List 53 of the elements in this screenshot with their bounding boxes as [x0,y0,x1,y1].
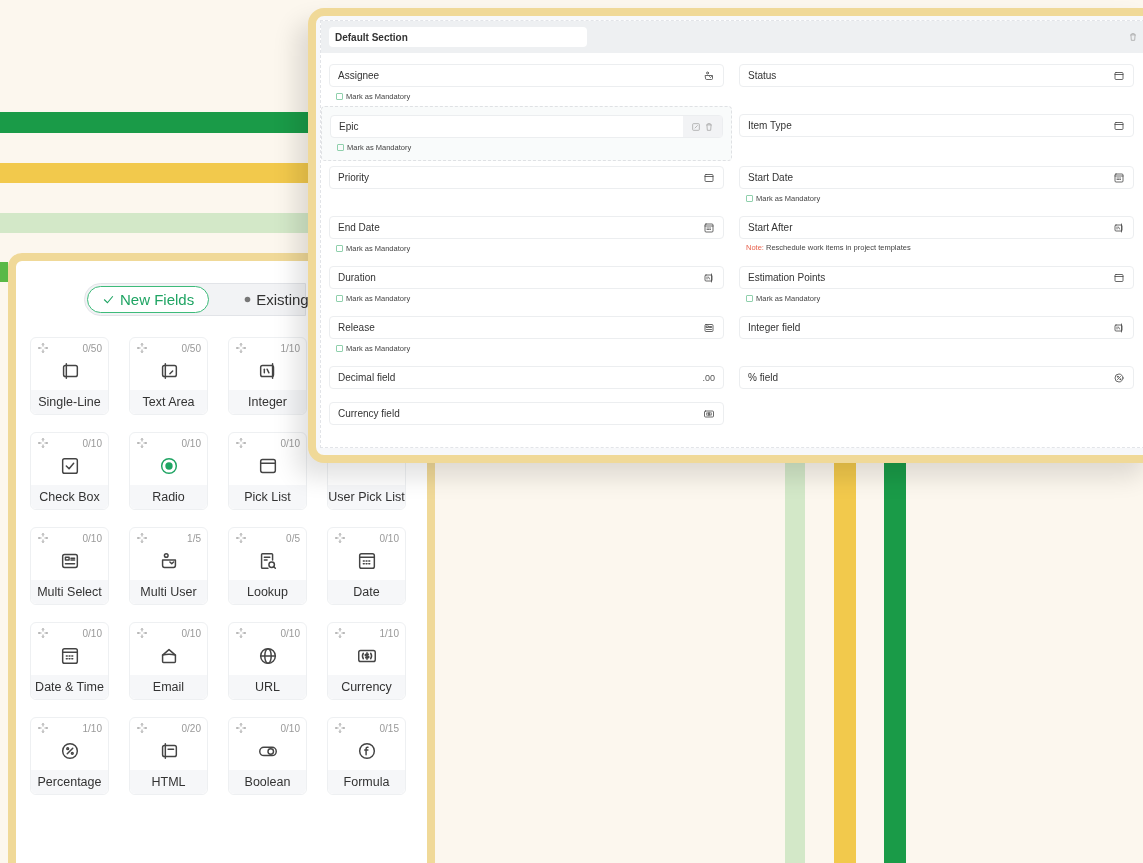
field-type-label: Date [328,580,405,604]
usage-count: 0/10 [379,533,399,544]
usage-count: 0/10 [280,723,300,734]
field-label: % field [748,372,778,383]
decimal-icon: .00 [702,372,715,383]
field-type-label: Date & Time [31,675,108,699]
field-label: Status [748,70,777,81]
field-type-label: Boolean [229,770,306,794]
field-type-label: Text Area [130,390,207,414]
usage-count: 1/10 [379,628,399,639]
field-type-label: HTML [130,770,207,794]
usage-count: 0/15 [379,723,399,734]
field-label: Release [338,322,375,333]
usage-count: 0/20 [181,723,201,734]
field-type-label: URL [229,675,306,699]
field-type-label: Radio [130,485,207,509]
field-label: Epic [339,121,359,132]
field-type-label: User Pick List [328,485,405,509]
field-type-label: Percentage [31,770,108,794]
field-type-label: Formula [328,770,405,794]
field-label: Start After [748,222,793,233]
field-type-label: Single-Line [31,390,108,414]
usage-count: 0/10 [181,438,201,449]
usage-count: 1/10 [82,723,102,734]
field-type-label: Pick List [229,485,306,509]
usage-count: 0/10 [280,628,300,639]
usage-count: 0/5 [286,533,300,544]
usage-count: 0/10 [280,438,300,449]
field-label: Currency field [338,408,400,419]
usage-count: 0/10 [82,533,102,544]
field-type-label: Multi Select [31,580,108,604]
field-label: Assignee [338,70,380,81]
field-label: Estimation Points [748,272,826,283]
usage-count: 0/50 [82,343,102,354]
usage-count: 0/50 [181,343,201,354]
usage-count: 0/10 [181,628,201,639]
usage-count: 0/10 [82,628,102,639]
usage-count: 1/10 [280,343,300,354]
field-label: End Date [338,222,380,233]
field-label: Decimal field [338,372,396,383]
field-label: Item Type [748,120,792,131]
field-type-label: Multi User [130,580,207,604]
field-label: Integer field [748,322,801,333]
field-label: Start Date [748,172,794,183]
field-label: Duration [338,272,376,283]
field-type-label: Lookup [229,580,306,604]
field-type-label: Check Box [31,485,108,509]
usage-count: 1/5 [187,533,201,544]
field-type-label: Currency [328,675,405,699]
field-type-label: Email [130,675,207,699]
usage-count: 0/10 [82,438,102,449]
field-label: Priority [338,172,370,183]
field-type-label: Integer [229,390,306,414]
